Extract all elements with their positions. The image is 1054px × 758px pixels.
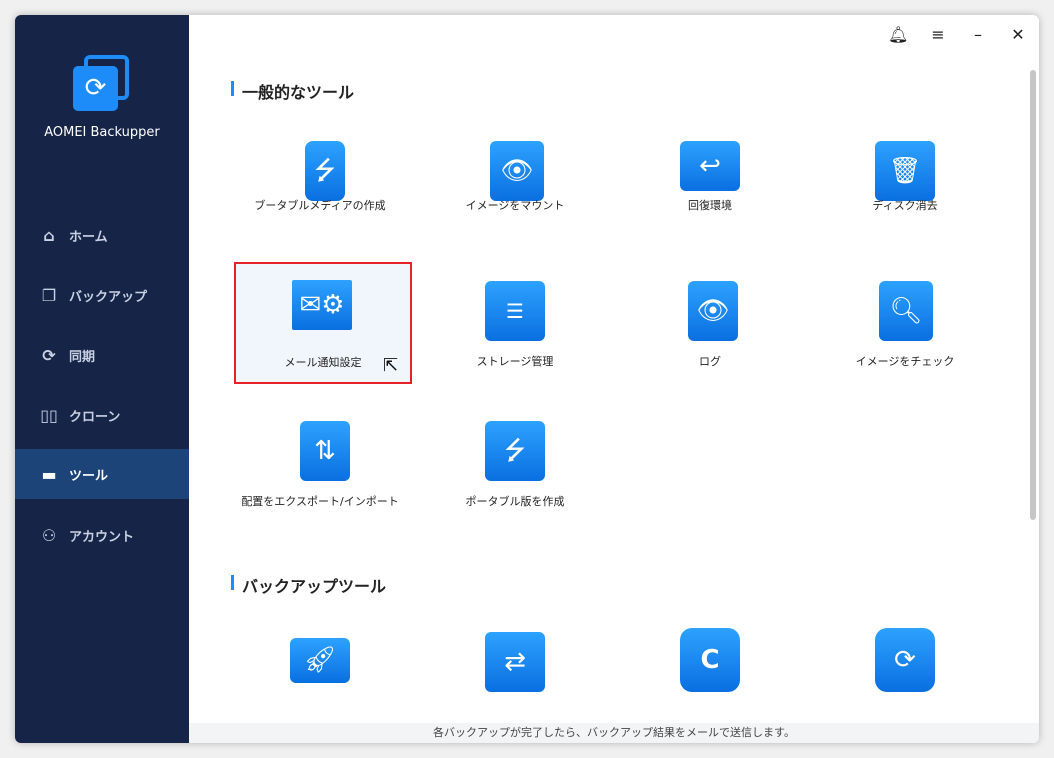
- scrollbar[interactable]: [1030, 70, 1036, 520]
- export-import-icon: ⇅: [300, 421, 350, 481]
- portable-icon: ⭍: [485, 421, 545, 481]
- tool-export-import[interactable]: ⇅ 配置をエクスポート/インポート: [230, 403, 410, 525]
- account-icon: ⚇: [41, 525, 57, 545]
- tool-label: ポータブル版を作成: [465, 495, 565, 508]
- tool-label: ストレージ管理: [476, 355, 554, 368]
- tool-backup-3[interactable]: C: [620, 610, 800, 732]
- nav-account[interactable]: ⚇ アカウント: [15, 510, 189, 560]
- app-window: ⟳ AOMEI Backupper ⌂ ホーム ❐ バックアップ ⟳ 同期 ▯▯ クロー…: [15, 15, 1039, 743]
- nav-home[interactable]: ⌂ ホーム: [15, 210, 189, 260]
- nav-label: アカウント: [69, 529, 135, 545]
- tool-label: 回復環境: [688, 199, 732, 212]
- nav-clone[interactable]: ▯▯ クローン: [15, 390, 189, 440]
- tool-recovery-env[interactable]: ↩ 回復環境: [620, 123, 800, 245]
- app-name: AOMEI Backupper: [44, 125, 160, 140]
- mail-settings-icon: ✉⚙: [292, 280, 352, 330]
- tool-label: 配置をエクスポート/インポート: [241, 495, 399, 508]
- nav-label: ツール: [69, 468, 109, 484]
- rocket-laptop-icon: 🚀︎: [290, 638, 350, 683]
- tool-label: ディスク消去: [872, 199, 938, 212]
- tool-storage[interactable]: ☰ ストレージ管理: [425, 263, 605, 385]
- log-icon: 👁︎: [688, 281, 738, 341]
- nav-label: 同期: [69, 349, 96, 365]
- tool-label: ブータブルメディアの作成: [254, 199, 386, 212]
- tool-log[interactable]: 👁︎ ログ: [620, 263, 800, 385]
- phone-sync-icon: ⟳: [875, 628, 935, 692]
- nav-tools[interactable]: ▬ ツール: [15, 449, 189, 499]
- menu-icon[interactable]: ≡: [928, 25, 948, 44]
- tool-bootable-media[interactable]: ⭍ ブータブルメディアの作成: [230, 123, 410, 245]
- app-logo: ⟳: [73, 55, 131, 113]
- cbackup-icon: C: [680, 628, 740, 692]
- tool-mount-image[interactable]: 👁︎ イメージをマウント: [425, 123, 605, 245]
- tool-portable[interactable]: ⭍ ポータブル版を作成: [425, 403, 605, 525]
- transfer-icon: ⇄: [485, 632, 545, 692]
- mouse-cursor-icon: ⇱: [383, 355, 399, 376]
- section-general-tools: 一般的なツール: [231, 79, 354, 103]
- tool-backup-1[interactable]: 🚀︎: [230, 610, 410, 732]
- disk-wipe-icon: 🗑︎: [875, 141, 935, 201]
- home-icon: ⌂: [43, 225, 55, 245]
- minimize-icon[interactable]: –: [968, 25, 988, 44]
- tool-check-image[interactable]: 🔍︎ イメージをチェック: [815, 263, 995, 385]
- tool-label: イメージをチェック: [855, 355, 955, 368]
- tool-label: イメージをマウント: [465, 199, 565, 212]
- storage-icon: ☰: [485, 281, 545, 341]
- backup-icon: ❐: [41, 285, 57, 305]
- sidebar: ⟳ AOMEI Backupper ⌂ ホーム ❐ バックアップ ⟳ 同期 ▯▯ クロー…: [15, 15, 189, 743]
- nav-backup[interactable]: ❐ バックアップ: [15, 270, 189, 320]
- bell-icon[interactable]: 🔔︎: [888, 25, 908, 44]
- close-icon[interactable]: ✕: [1008, 25, 1028, 44]
- tool-backup-2[interactable]: ⇄: [425, 610, 605, 732]
- tool-backup-4[interactable]: ⟳: [815, 610, 995, 732]
- mount-image-icon: 👁︎: [490, 141, 544, 201]
- sync-icon: ⟳: [42, 345, 56, 365]
- tools-icon: ▬: [41, 464, 57, 484]
- nav-label: ホーム: [69, 229, 108, 245]
- tool-label: ログ: [699, 355, 721, 368]
- check-image-icon: 🔍︎: [879, 281, 933, 341]
- recovery-env-icon: ↩: [680, 141, 740, 191]
- status-bar: 各バックアップが完了したら、バックアップ結果をメールで送信します。: [189, 723, 1039, 743]
- section-backup-tools: バックアップツール: [231, 573, 386, 597]
- tool-disk-wipe[interactable]: 🗑︎ ディスク消去: [815, 123, 995, 245]
- nav-label: バックアップ: [69, 289, 148, 305]
- clone-icon: ▯▯: [40, 405, 58, 425]
- usb-icon: ⭍: [305, 141, 345, 201]
- nav-sync[interactable]: ⟳ 同期: [15, 330, 189, 380]
- nav-label: クローン: [69, 409, 121, 425]
